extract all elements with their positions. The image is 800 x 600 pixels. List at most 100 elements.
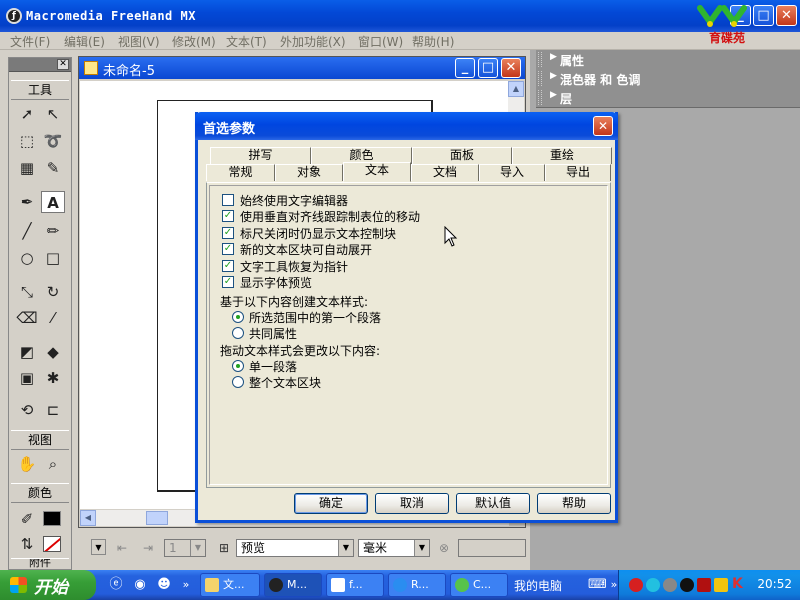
page-icon[interactable]: ⊞ [216,540,232,556]
task-freehand[interactable]: M... [264,573,322,597]
tray-network-icon[interactable] [646,578,660,592]
doc-maximize-icon[interactable]: □ [478,58,498,78]
rotate-tool-icon[interactable]: ⟲ [15,399,39,421]
panel-properties[interactable]: ▶ 属性 [536,50,800,70]
hand-tool-icon[interactable]: ✋ [15,453,39,475]
menu-modify[interactable]: 修改(M) [172,33,216,50]
tray-qq-icon[interactable] [680,578,694,592]
my-computer-label[interactable]: 我的电脑 [514,577,562,594]
pointer-tool-icon[interactable]: ➚ [15,103,39,125]
stroke-color-icon[interactable]: ✐ [15,508,39,530]
quicklaunch-ie-icon[interactable]: ⓔ [108,577,124,593]
scroll-left-icon[interactable]: ◀ [80,510,96,526]
lasso-tool-icon[interactable]: ➰ [41,130,65,152]
radio-button[interactable] [232,311,244,323]
tray-app-icon[interactable] [629,578,643,592]
connector-tool-icon[interactable]: ⊏ [41,399,65,421]
quicklaunch-more-icon[interactable]: » [178,577,194,593]
quicklaunch-qq-icon[interactable]: ☻ [156,577,172,593]
expand-arrow-icon[interactable]: ▶ [550,52,557,62]
checkbox-box[interactable]: ✓ [222,276,234,288]
keyboard-icon[interactable]: ⌨ [588,577,607,593]
document-titlebar[interactable]: 未命名-5 _ □ ✕ [79,57,525,79]
checkbox-box[interactable]: ✓ [222,260,234,272]
dialog-titlebar[interactable]: 首选参数 ✕ [195,112,618,140]
task-document[interactable]: f... [326,573,384,597]
tab-import[interactable]: 导入 [479,164,545,181]
task-folder[interactable]: 文... [200,573,260,597]
zoom-tool-icon[interactable]: ⌕ [41,453,65,475]
expand-arrow-icon[interactable]: ▶ [550,71,557,81]
eyedropper-tool-icon[interactable]: ✎ [41,157,65,179]
tab-text[interactable]: 文本 [343,162,411,182]
line-tool-icon[interactable]: ╱ [15,220,39,242]
menu-file[interactable]: 文件(F) [10,33,50,50]
pen-tool-icon[interactable]: ✒ [15,191,39,213]
panel-grip-icon[interactable] [538,71,542,86]
horizontal-scroll-thumb[interactable] [146,511,168,525]
page-tool-icon[interactable]: ⬚ [15,130,39,152]
toolbox-close-icon[interactable]: ✕ [57,59,69,70]
menu-text[interactable]: 文本(T) [226,33,267,50]
cancel-button[interactable]: 取消 [375,493,449,514]
no-color-swatch[interactable] [43,536,61,552]
rectangle-tool-icon[interactable]: □ [41,247,65,269]
view-mode-select[interactable]: 预览 ▼ [236,539,354,557]
radio-button[interactable] [232,360,244,372]
trace-tool-icon[interactable]: ▦ [15,157,39,179]
tab-object[interactable]: 对象 [275,164,343,181]
knife-tool-icon[interactable]: ⁄ [41,307,65,329]
doc-minimize-icon[interactable]: _ [455,58,475,78]
panel-grip-icon[interactable] [538,90,542,105]
menu-view[interactable]: 视图(V) [118,33,160,50]
tab-redraw[interactable]: 重绘 [512,147,612,164]
text-tool-icon[interactable]: A [41,191,65,213]
panel-mixer-tints[interactable]: ▶ 混色器 和 色调 [536,69,800,89]
cancel-render-icon[interactable]: ⊗ [436,540,452,556]
checkbox-box[interactable]: ✓ [222,210,234,222]
menu-window[interactable]: 窗口(W) [358,33,403,50]
scale-tool-icon[interactable]: ⤡ [15,281,39,303]
task-media[interactable]: R... [388,573,446,597]
menu-edit[interactable]: 编辑(E) [64,33,105,50]
menu-xtras[interactable]: 外加功能(X) [280,33,346,50]
defaults-button[interactable]: 默认值 [456,493,530,514]
ok-button[interactable]: 确定 [294,493,368,514]
checkbox-box[interactable]: ✓ [222,227,234,239]
page-dropdown-icon[interactable]: ▼ [88,539,106,557]
menu-help[interactable]: 帮助(H) [412,33,454,50]
eraser-tool-icon[interactable]: ⌫ [15,307,39,329]
extrude-tool-icon[interactable]: ◆ [41,341,65,363]
tab-panels[interactable]: 面板 [412,147,512,164]
pencil-tool-icon[interactable]: ✏ [41,220,65,242]
doc-close-icon[interactable]: ✕ [501,58,521,78]
expand-arrow-icon[interactable]: ▶ [550,90,557,100]
scroll-up-icon[interactable]: ▲ [508,81,524,97]
swap-colors-icon[interactable]: ⇅ [15,533,39,555]
checkbox-box[interactable]: ✓ [222,243,234,255]
dialog-close-icon[interactable]: ✕ [593,116,613,136]
tray-security-icon[interactable] [697,578,711,592]
freeform-tool-icon[interactable]: ↻ [41,281,65,303]
tray-update-icon[interactable] [714,578,728,592]
help-button[interactable]: 帮助 [537,493,611,514]
envelope-tool-icon[interactable]: ▣ [15,367,39,389]
clock[interactable]: 20:52 [757,577,792,591]
spray-tool-icon[interactable]: ✱ [41,367,65,389]
ellipse-tool-icon[interactable]: ○ [15,247,39,269]
close-icon[interactable]: ✕ [776,5,797,26]
units-select[interactable]: 毫米 ▼ [358,539,430,557]
page-number-field[interactable]: 1 ▼ [164,539,206,557]
tab-export[interactable]: 导出 [545,164,611,181]
tab-general[interactable]: 常规 [206,164,275,181]
radio-button[interactable] [232,327,244,339]
tray-volume-icon[interactable] [663,578,677,592]
prev-page-icon[interactable]: ⇤ [114,540,130,556]
quicklaunch-media-icon[interactable]: ◉ [132,577,148,593]
tab-spelling[interactable]: 拼写 [210,147,311,164]
radio-button[interactable] [232,376,244,388]
blend-tool-icon[interactable]: ◩ [15,341,39,363]
app-titlebar[interactable]: ƒ Macromedia FreeHand MX _ □ ✕ [0,0,800,32]
next-page-icon[interactable]: ⇥ [140,540,156,556]
fill-color-swatch[interactable] [43,511,61,526]
